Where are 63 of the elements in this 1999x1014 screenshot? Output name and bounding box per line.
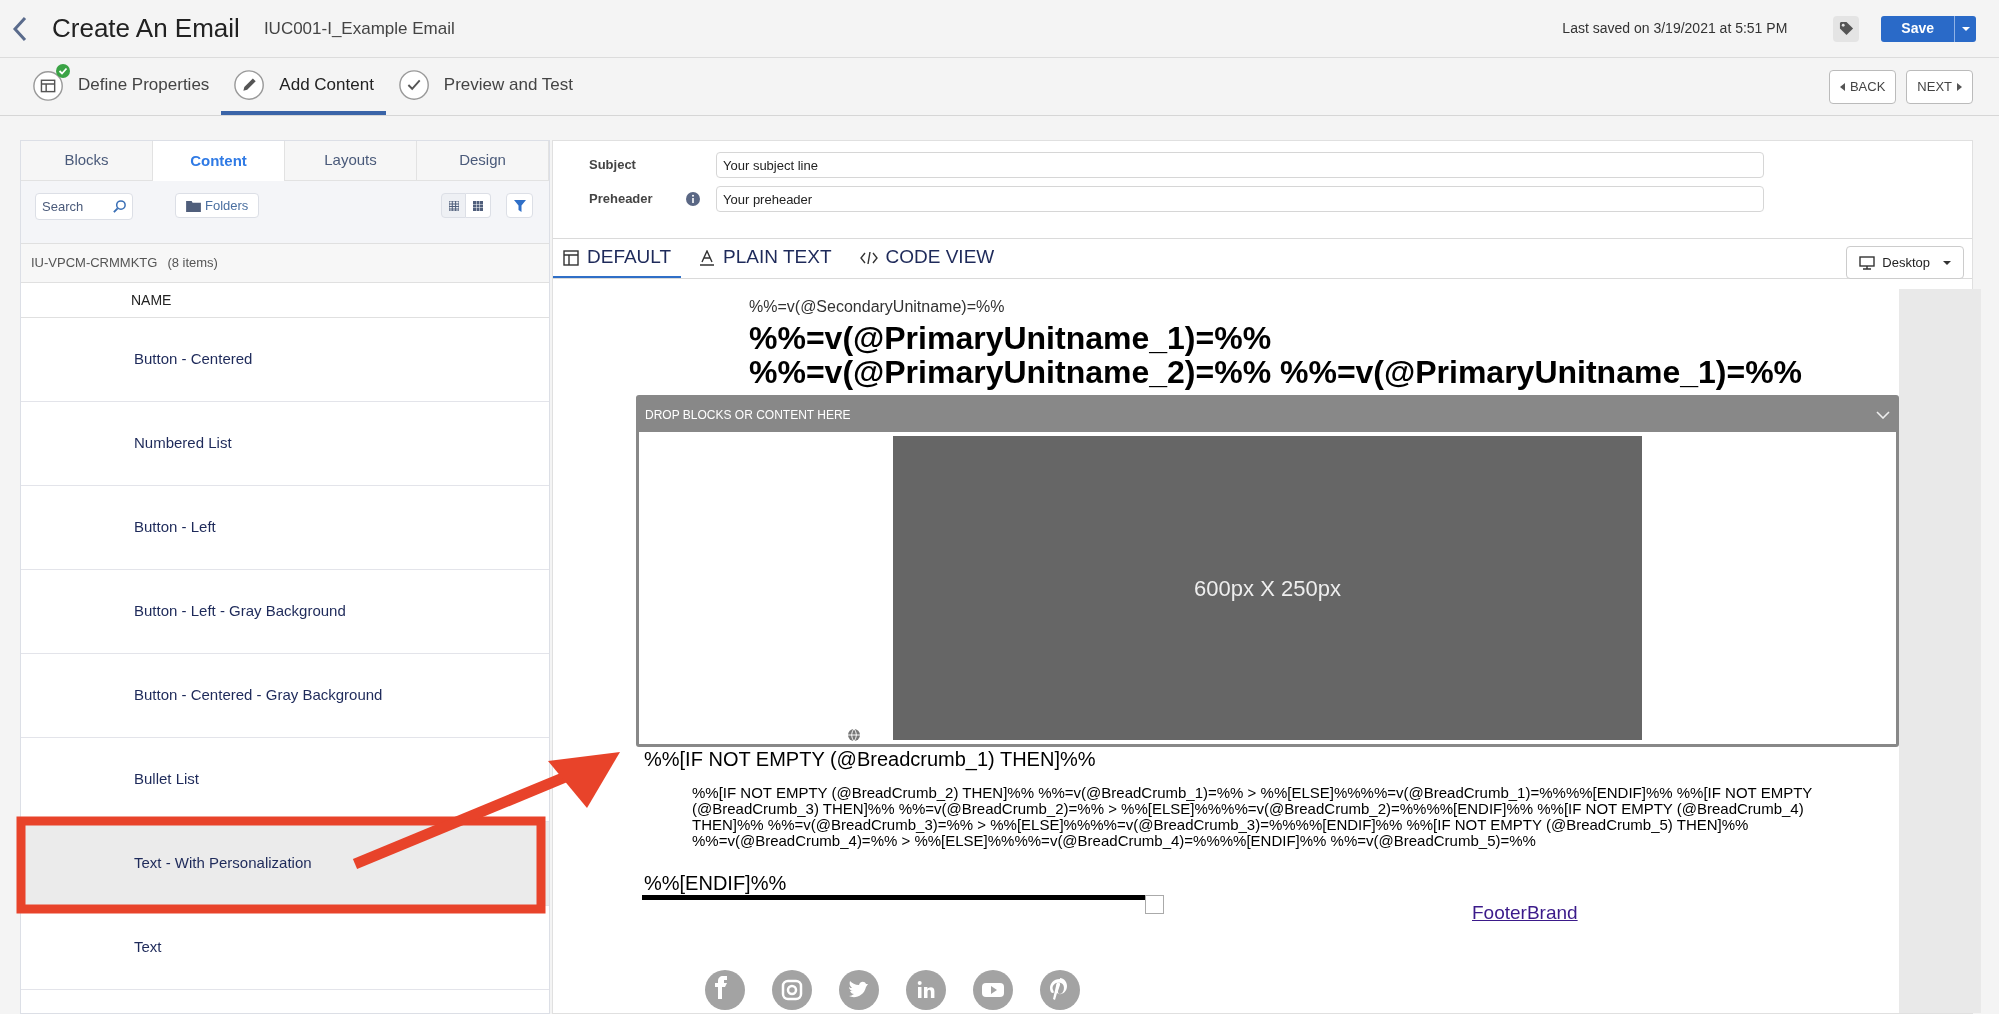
next-button[interactable]: NEXT [1906,69,1973,104]
layout-icon [563,249,579,266]
view-tab[interactable]: DEFAULT [553,239,682,278]
chevron-down-icon [1876,411,1890,419]
social-icon[interactable] [772,969,812,1010]
merge-field-heading: %%=v(@PrimaryUnitname_1)=%% [749,321,1273,355]
field-label: Subject [589,156,637,175]
footer-link[interactable]: FooterBrand [1472,899,1578,928]
field-label: Preheader [589,190,654,209]
library-tab[interactable]: Layouts [285,141,417,181]
merge-field-text: %%=v(@SecondaryUnitname)=%% [749,299,1006,315]
caret-right-icon [1957,82,1962,91]
email-name: IUC001-I_Example Email [263,17,455,40]
list-view-button[interactable] [441,193,466,218]
filter-button[interactable] [506,193,533,218]
social-icon[interactable] [973,969,1013,1010]
library-tab[interactable]: Design [417,141,549,181]
checkbox-square [1145,895,1164,914]
text-input[interactable]: Your preheader [716,186,1764,212]
column-header: NAME [131,290,172,310]
view-tab[interactable]: CODE VIEW [849,239,1005,278]
last-saved-text: Last saved on 3/19/2021 at 5:51 PM [1562,19,1788,38]
tag-icon [1838,21,1854,36]
conditional-code-text: %%[ENDIF]%% [644,871,788,895]
table-icon [448,200,459,211]
item-count: (8 items) [167,254,218,273]
social-icon[interactable] [839,969,879,1010]
social-icon[interactable] [705,969,745,1010]
checkmark-icon [397,67,432,102]
text-format-icon [699,249,716,266]
grid-view-button[interactable] [466,193,491,218]
caret-icon [1943,260,1951,265]
page-title: Create An Email [52,12,240,45]
step-tab[interactable]: Preview and Test [385,58,585,115]
device-dropdown[interactable]: Desktop [1846,246,1964,279]
folders-button[interactable]: Folders [175,193,260,218]
code-icon [859,251,878,264]
image-area: 600px X 250px [893,436,1642,740]
folder-icon [186,199,201,212]
caret-icon [1961,26,1970,31]
library-tab[interactable]: Blocks [21,141,153,181]
step-tab[interactable]: Add Content [221,58,386,115]
merge-field-heading: %%=v(@PrimaryUnitname_2)=%% %%=v(@PrimaryUnitname_1)=%% [749,355,1804,389]
breadcrumb-code-text: %%[IF NOT EMPTY (@BreadCrumb_2) THEN]%% %%=v(@BreadCrumb_1)=%% > %%[ELSE]%%%%=v(@BreadCrumb_1)=%%%%[ENDIF]%% %%[IF NOT EMPTY (@BreadCrumb_3) THEN]%% %%=v(@BreadCrumb_2)=%% > %%[ELSE]%%%%=v(@BreadCrumb_2)=%%%%[ENDIF]%% %%[IF NOT EMPTY (@BreadCrumb_4) THEN]%% %%=v(@BreadCrumb_3)=%% > %%[ELSE]%%%%=v(@BreadCrumb_3)=%%%%[ENDIF]%% %%[IF NOT EMPTY (@BreadCrumb_5) THEN]%% %%=v(@BreadCrumb_4)=%% > %%[ELSE]%%%%=v(@BreadCrumb_4)=%%%%[ENDIF]%% %%=v(@BreadCrumb_5)=%% [692,785,1814,849]
social-icon[interactable] [906,969,946,1010]
filter-icon [513,199,526,212]
search-icon [112,199,127,214]
info-icon [686,192,700,206]
drop-zone-label: DROP BLOCKS OR CONTENT HERE [645,407,851,424]
globe-icon [847,728,861,742]
tag-button[interactable] [1833,15,1860,42]
view-tab[interactable]: PLAIN TEXT [689,239,842,278]
step-tab[interactable]: Define Properties [20,58,222,115]
caret-left-icon [1839,82,1845,91]
conditional-code-text: %%[IF NOT EMPTY (@Breadcrumb_1) THEN]%% [644,747,1097,771]
completed-check-icon [56,63,70,78]
back-button[interactable]: BACK [1828,69,1897,104]
grid-icon [473,200,483,211]
search-field[interactable]: Search [35,193,133,220]
social-icon[interactable] [1040,969,1080,1010]
text-input[interactable]: Your subject line [716,152,1764,178]
monitor-icon [1859,255,1876,270]
folder-name: IU-VPCM-CRMMKTG [31,254,158,273]
